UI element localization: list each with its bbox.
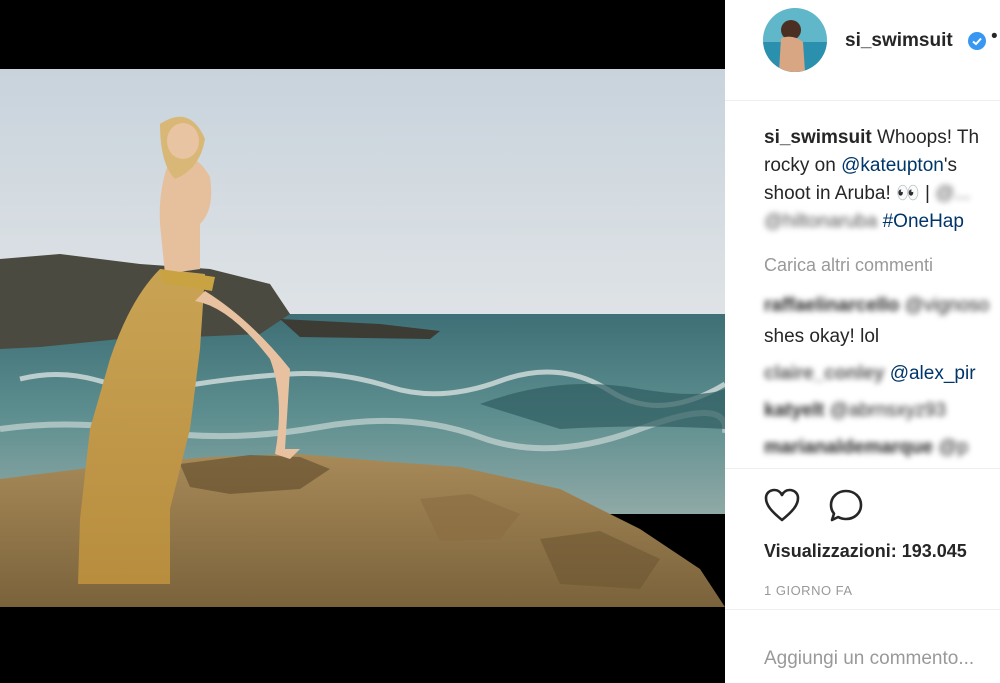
comment-row-4: katyelt @abrnsxyz93 xyxy=(764,400,946,422)
caption-hashtag[interactable]: #OneHap xyxy=(883,211,964,232)
post-username[interactable]: si_swimsuit xyxy=(845,30,953,52)
comment-row-5: marianaldemarque @p xyxy=(764,437,968,459)
video-player[interactable] xyxy=(0,69,725,607)
caption-text-3: 's xyxy=(943,155,957,176)
post-side-panel: si_swimsuit • si_swimsuit Whoops! Th roc… xyxy=(725,0,1000,683)
avatar[interactable] xyxy=(763,8,827,72)
add-comment-bar xyxy=(725,609,1000,683)
caption-username[interactable]: si_swimsuit xyxy=(764,127,872,148)
post-timestamp[interactable]: 1 GIORNO FA xyxy=(764,583,853,598)
caption-blurred-mention: @... xyxy=(935,183,971,204)
caption: si_swimsuit Whoops! Th rocky on @kateupt… xyxy=(764,124,1000,236)
heart-icon[interactable] xyxy=(763,487,801,528)
post-actions: Visualizzazioni: 193.045 1 GIORNO FA xyxy=(725,468,1000,609)
caption-mention-kateupton[interactable]: @kateupton xyxy=(841,155,944,176)
comment-username[interactable]: raffaelinarcello xyxy=(764,295,899,316)
caption-text-4: shoot in Aruba! 👀 | xyxy=(764,183,930,204)
comment-text: shes okay! lol xyxy=(764,326,880,347)
more-options-icon[interactable]: • xyxy=(991,26,998,48)
comment-row-1: raffaelinarcello @vignoso xyxy=(764,295,989,317)
caption-text-1: Whoops! Th xyxy=(877,127,980,148)
add-comment-input[interactable] xyxy=(764,648,1000,670)
video-frame xyxy=(0,69,725,607)
comment-username[interactable]: claire_conley xyxy=(764,363,884,384)
comment-username[interactable]: katyelt xyxy=(764,400,824,421)
verified-badge-icon xyxy=(968,32,986,55)
comment-row-3: claire_conley @alex_pir xyxy=(764,363,976,385)
post-header: si_swimsuit • xyxy=(725,0,1000,101)
comment-text: @vignoso xyxy=(904,295,990,316)
comment-icon[interactable] xyxy=(827,487,865,530)
caption-blurred-mention-2: @hiltonaruba xyxy=(764,211,878,232)
view-count[interactable]: Visualizzazioni: 193.045 xyxy=(764,541,967,562)
comment-row-2: shes okay! lol xyxy=(764,326,879,348)
caption-text-2: rocky on xyxy=(764,155,842,176)
comment-mention[interactable]: @alex_pir xyxy=(890,363,976,384)
comment-text: @p xyxy=(938,437,969,458)
comment-username[interactable]: marianaldemarque xyxy=(764,437,933,458)
comment-text: @abrnsxyz93 xyxy=(829,400,946,421)
load-more-comments-button[interactable]: Carica altri commenti xyxy=(764,255,933,276)
avatar-image xyxy=(763,8,827,72)
media-panel xyxy=(0,0,725,683)
